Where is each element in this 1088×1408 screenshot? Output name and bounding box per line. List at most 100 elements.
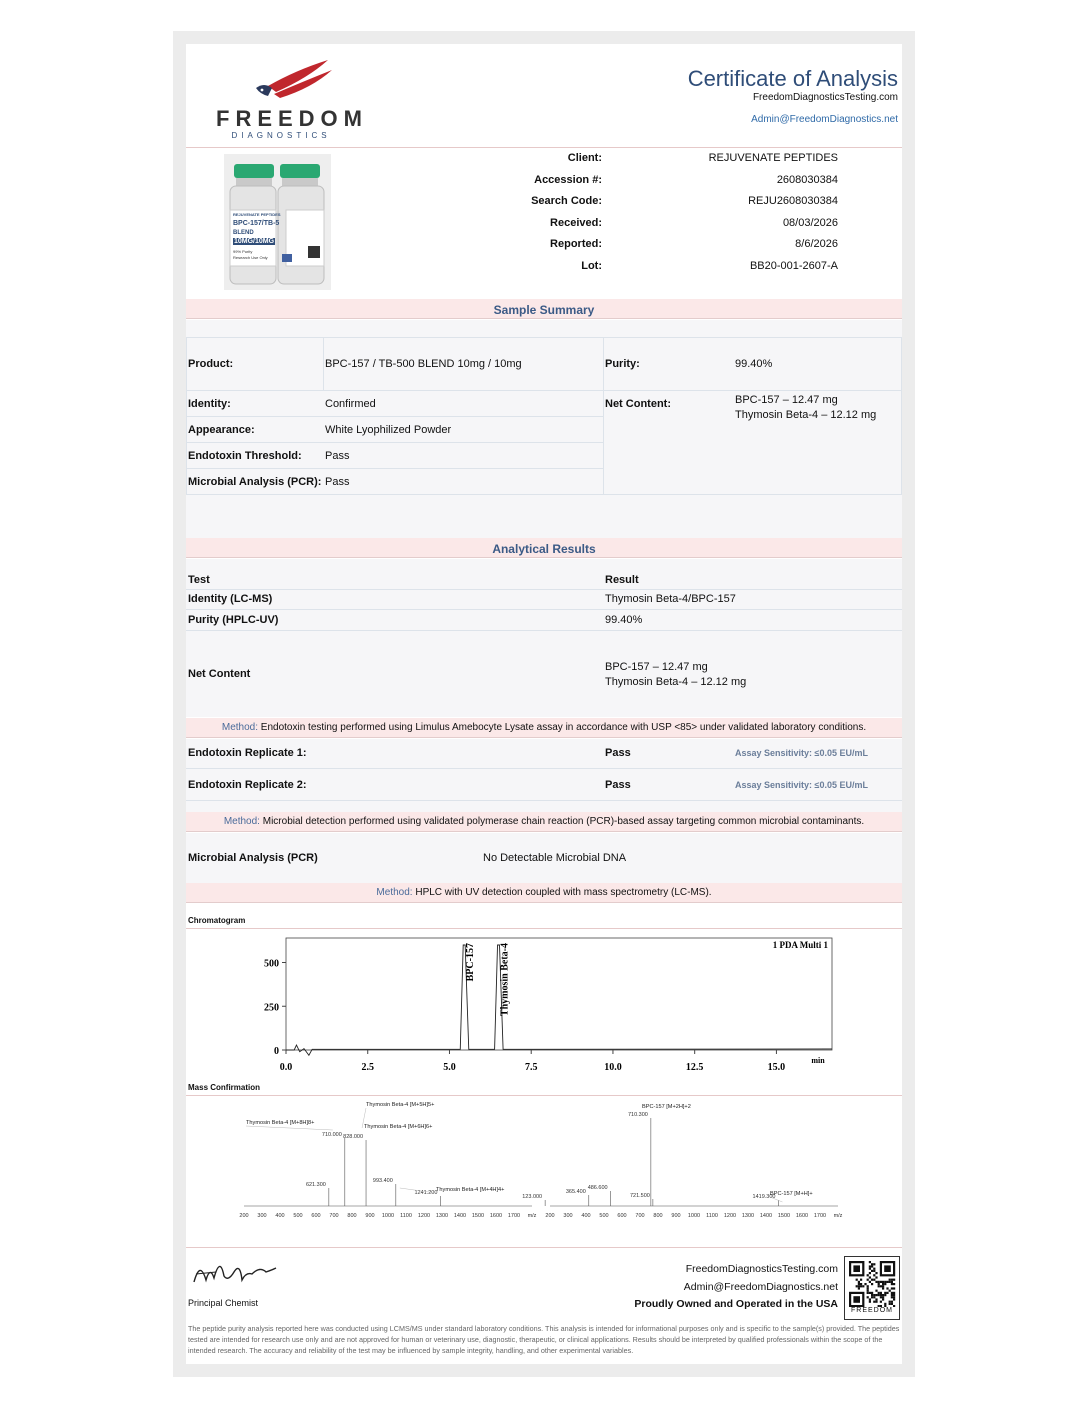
footer-website[interactable]: FreedomDiagnosticsTesting.com bbox=[686, 1263, 838, 1275]
qr-module bbox=[866, 1287, 869, 1290]
table-border bbox=[186, 630, 902, 631]
qr-module bbox=[860, 1285, 863, 1288]
client-info-label: Search Code: bbox=[531, 195, 602, 208]
qr-module bbox=[868, 1272, 871, 1275]
vial-label-line: 10MG/10MG bbox=[233, 238, 276, 245]
peak-mz-label: 993.400 bbox=[373, 1178, 393, 1184]
table-border bbox=[186, 337, 902, 338]
ion-annotation: Thymosin Beta-4 [M+8H]8+ bbox=[246, 1120, 314, 1126]
qr-module bbox=[862, 1285, 865, 1288]
microbial-value: No Detectable Microbial DNA bbox=[483, 852, 627, 864]
signer-title: Principal Chemist bbox=[188, 1298, 259, 1308]
client-info-label: Lot: bbox=[581, 260, 602, 272]
assay-sensitivity: Assay Sensitivity: ≤0.05 EU/mL bbox=[735, 780, 868, 790]
mz-tick-label: 200 bbox=[239, 1213, 248, 1219]
purity-value: 99.40% bbox=[735, 358, 773, 370]
qr-module bbox=[873, 1294, 876, 1297]
table-border bbox=[186, 494, 902, 495]
mz-tick-label: 1600 bbox=[490, 1213, 502, 1219]
qr-code[interactable]: FREEDOM bbox=[844, 1256, 900, 1320]
method-text: Microbial detection performed using vali… bbox=[259, 816, 865, 827]
qr-module bbox=[871, 1291, 874, 1294]
summary-row-value: Pass bbox=[325, 476, 350, 488]
qr-module bbox=[888, 1280, 891, 1283]
vial-label-line: 99% Purity bbox=[233, 249, 253, 254]
qr-module bbox=[866, 1291, 869, 1294]
mz-tick-label: 600 bbox=[311, 1213, 320, 1219]
client-info-value: REJUVENATE PEPTIDES bbox=[708, 152, 838, 164]
client-info-value: REJU2608030384 bbox=[748, 195, 838, 208]
client-info-value: BB20-001-2607-A bbox=[749, 260, 838, 272]
qr-module bbox=[893, 1283, 896, 1286]
qr-module bbox=[873, 1296, 876, 1299]
qr-module bbox=[875, 1294, 878, 1297]
table-border bbox=[186, 442, 604, 443]
table-border bbox=[186, 609, 902, 610]
mz-tick-label: 300 bbox=[563, 1213, 572, 1219]
qr-module bbox=[879, 1294, 882, 1297]
table-border bbox=[186, 468, 604, 469]
x-tick-label: 10.0 bbox=[604, 1062, 622, 1073]
qr-module bbox=[857, 1287, 860, 1290]
peak-mz-label: 486.600 bbox=[588, 1185, 608, 1191]
qr-module bbox=[868, 1291, 871, 1294]
qr-module bbox=[893, 1291, 896, 1294]
disclaimer: The peptide purity analysis reported her… bbox=[188, 1324, 900, 1355]
qr-module bbox=[866, 1289, 869, 1292]
client-info-label: Reported: bbox=[550, 238, 602, 251]
qr-module bbox=[868, 1267, 871, 1270]
qr-module bbox=[879, 1291, 882, 1294]
qr-module bbox=[860, 1283, 863, 1286]
qr-module bbox=[873, 1300, 876, 1303]
qr-module bbox=[866, 1296, 869, 1299]
footer-email[interactable]: Admin@FreedomDiagnostics.net bbox=[684, 1281, 838, 1293]
peak-mz-label: 710.000 bbox=[322, 1132, 342, 1138]
header-email-link[interactable]: Admin@FreedomDiagnostics.net bbox=[751, 114, 898, 125]
qr-module bbox=[886, 1291, 889, 1294]
x-tick-label: 12.5 bbox=[686, 1062, 704, 1073]
summary-row-label: Appearance: bbox=[188, 424, 255, 436]
x-tick-label: 0.0 bbox=[280, 1062, 293, 1073]
qr-module bbox=[875, 1272, 878, 1275]
summary-row-value: White Lyophilized Powder bbox=[325, 424, 452, 436]
table-border bbox=[186, 589, 902, 590]
product-photo: REJUVENATE PEPTIDES BPC-157/TB-5 BLEND 1… bbox=[224, 154, 331, 290]
qr-module bbox=[890, 1287, 893, 1290]
mz-tick-label: 1200 bbox=[418, 1213, 430, 1219]
qr-module bbox=[855, 1278, 858, 1281]
table-border bbox=[186, 800, 902, 801]
vial-label-line: REJUVENATE PEPTIDES bbox=[233, 212, 281, 217]
method-text: HPLC with UV detection coupled with mass… bbox=[412, 887, 712, 898]
x-tick-label: 15.0 bbox=[768, 1062, 786, 1073]
test-name: Identity (LC-MS) bbox=[188, 593, 273, 605]
method-microbial: Method: Microbial detection performed us… bbox=[186, 816, 902, 827]
mz-tick-label: 800 bbox=[347, 1213, 356, 1219]
microbial-label: Microbial Analysis (PCR) bbox=[188, 852, 318, 864]
mz-tick-label: 1500 bbox=[778, 1213, 790, 1219]
mz-tick-label: 700 bbox=[635, 1213, 644, 1219]
qr-module bbox=[875, 1280, 878, 1283]
peak-mz-label: 123.000 bbox=[522, 1194, 542, 1200]
qr-module bbox=[886, 1280, 889, 1283]
mz-tick-label: 1400 bbox=[454, 1213, 466, 1219]
endotoxin-result: Pass bbox=[605, 779, 631, 791]
chromatogram-chart: 0.0 2.5 5.0 7.5 10.0 12.5 15.0 min 0 250 500 1 PDA … bbox=[264, 937, 833, 1073]
qr-module bbox=[893, 1298, 896, 1301]
qr-module bbox=[884, 1283, 887, 1286]
endotoxin-label: Endotoxin Replicate 2: bbox=[188, 779, 307, 791]
mz-tick-label: 800 bbox=[653, 1213, 662, 1219]
qr-module bbox=[875, 1298, 878, 1301]
mz-tick-label: 300 bbox=[257, 1213, 266, 1219]
footer-divider bbox=[186, 1247, 902, 1248]
qr-module bbox=[877, 1280, 880, 1283]
qr-module bbox=[884, 1294, 887, 1297]
qr-module bbox=[873, 1269, 876, 1272]
summary-row-value: Confirmed bbox=[325, 398, 376, 410]
footer-tagline: Proudly Owned and Operated in the USA bbox=[634, 1298, 838, 1310]
mz-tick-label: 1100 bbox=[400, 1213, 412, 1219]
qr-module bbox=[871, 1296, 874, 1299]
ion-annotation: Thymosin Beta-4 [M+4H]4+ bbox=[436, 1187, 504, 1193]
summary-row-label: Identity: bbox=[188, 398, 231, 410]
product-value: BPC-157 / TB-500 BLEND 10mg / 10mg bbox=[325, 358, 522, 370]
net-content-line: BPC-157 – 12.47 mg bbox=[735, 394, 838, 406]
